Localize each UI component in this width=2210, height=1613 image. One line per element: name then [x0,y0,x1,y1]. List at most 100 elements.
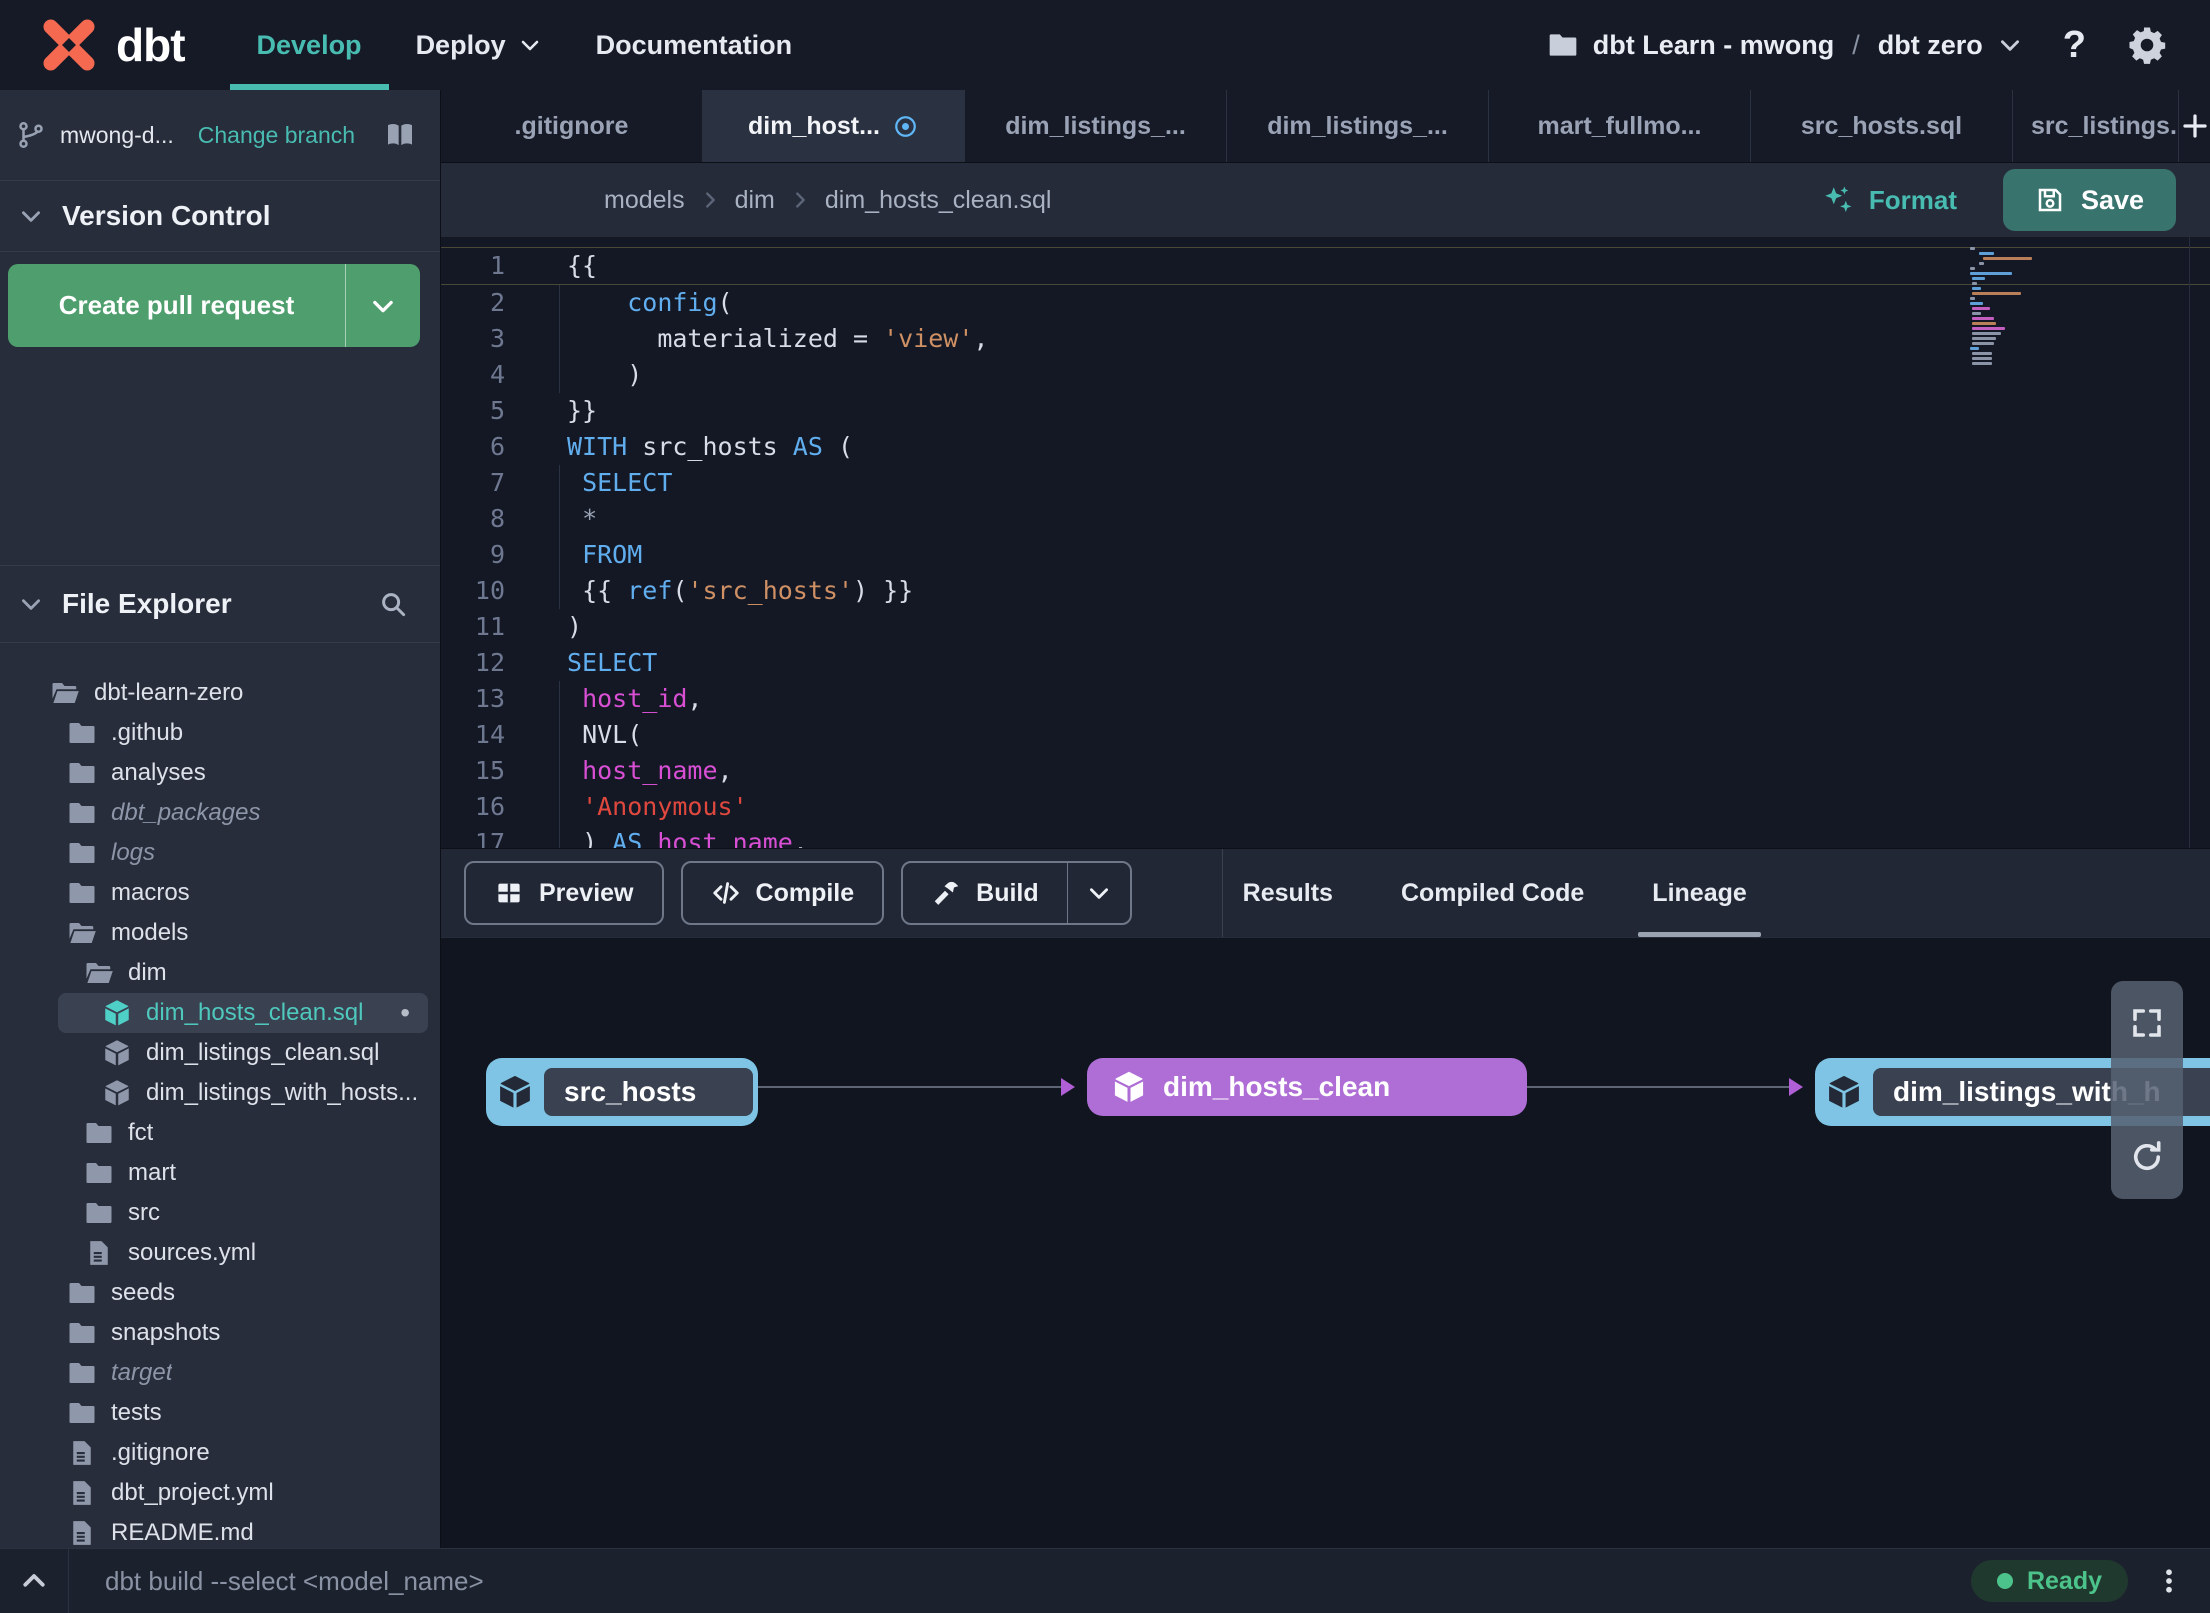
tree-item-macros[interactable]: macros [0,873,440,913]
tree-item-.gitignore[interactable]: .gitignore [0,1433,440,1473]
tab-src_hosts.sql[interactable]: src_hosts.sql [1751,90,2013,162]
tree-item-models[interactable]: models [0,913,440,953]
tree-item-dbt_project.yml[interactable]: dbt_project.yml [0,1473,440,1513]
code-line[interactable]: 10 {{ ref('src_hosts') }} [441,573,2210,609]
code-line[interactable]: 5}} [441,393,2210,429]
modified-dot: • [400,997,410,1028]
code-line[interactable]: 17 ) AS host_name, [441,825,2210,848]
code-line[interactable]: 2 config( [441,285,2210,321]
button-label: Build [976,878,1039,907]
compile-button[interactable]: Compile [680,861,885,925]
refresh-icon[interactable] [2129,1139,2165,1175]
code-line[interactable]: 16 'Anonymous' [441,789,2210,825]
create-pr-button[interactable]: Create pull request [8,264,420,347]
nav-item-develop[interactable]: Develop [229,0,389,90]
code-text: materialized = 'view', [657,324,989,353]
code-line[interactable]: 11) [441,609,2210,645]
file-explorer-section[interactable]: File Explorer [0,565,440,643]
code-line[interactable]: 3 materialized = 'view', [441,321,2210,357]
preview-button[interactable]: Preview [464,861,664,925]
tab-src_listings.[interactable]: src_listings. [2013,90,2179,162]
breadcrumb-item[interactable]: dim [735,186,775,215]
breadcrumb-item[interactable]: dim_hosts_clean.sql [825,186,1052,215]
panel-tab-lineage[interactable]: Lineage [1618,849,1780,937]
preview-button-main[interactable]: Preview [466,878,662,908]
tree-item-analyses[interactable]: analyses [0,753,440,793]
tab-.gitignore[interactable]: .gitignore [441,90,703,162]
format-button[interactable]: Format [1821,183,1957,217]
code-line[interactable]: 4 ) [441,357,2210,393]
nav-item-label: Deploy [415,29,506,60]
lineage-node-src_hosts[interactable]: src_hosts [486,1058,758,1126]
compile-button-main[interactable]: Compile [683,878,883,908]
tree-item-dbt_packages[interactable]: dbt_packages [0,793,440,833]
gear-icon[interactable] [2126,24,2168,66]
tab-dim_host...[interactable]: dim_host... [703,90,965,162]
tab-dim_listings_...[interactable]: dim_listings_... [965,90,1227,162]
tree-item-mart[interactable]: mart [0,1153,440,1193]
code-line[interactable]: 1 {{ [441,247,2210,285]
save-button[interactable]: Save [2003,169,2176,231]
tab-mart_fullmo...[interactable]: mart_fullmo... [1489,90,1751,162]
tree-item-snapshots[interactable]: snapshots [0,1313,440,1353]
breadcrumb-item[interactable]: models [604,186,685,215]
tree-item-dbt-learn-zero[interactable]: dbt-learn-zero [0,673,440,713]
minimap-line [1972,287,1981,290]
code-line[interactable]: 12 SELECT [441,645,2210,681]
panel-tab-compiled-code[interactable]: Compiled Code [1367,849,1618,937]
create-pr-label[interactable]: Create pull request [8,264,345,347]
tree-item-sources.yml[interactable]: sources.yml [0,1233,440,1273]
version-control-section[interactable]: Version Control [0,181,440,252]
tree-item-dim[interactable]: dim [0,953,440,993]
code-text: SELECT [582,468,673,497]
fullscreen-icon[interactable] [2129,1005,2165,1041]
tree-item-logs[interactable]: logs [0,833,440,873]
code-line[interactable]: 14 NVL( [441,717,2210,753]
tree-item-label: src [128,1199,160,1226]
pr-dropdown-button[interactable] [346,264,420,347]
new-tab-button[interactable] [2179,90,2210,162]
tree-item-dim_listings_with_hosts...[interactable]: dim_listings_with_hosts... [0,1073,440,1113]
tree-item-fct[interactable]: fct [0,1113,440,1153]
code-line[interactable]: 6 WITH src_hosts AS ( [441,429,2210,465]
tree-item-README.md[interactable]: README.md [0,1513,440,1549]
lineage-node-dim_hosts_clean[interactable]: dim_hosts_clean [1087,1058,1527,1116]
lineage-controls [2111,981,2183,1199]
build-button[interactable]: Build [901,861,1132,925]
folder-icon [67,1318,97,1348]
tree-item-dim_hosts_clean.sql[interactable]: dim_hosts_clean.sql • [58,993,428,1033]
tree-item-.github[interactable]: .github [0,713,440,753]
line-number: 12 [474,648,505,677]
tab-dim_listings_...[interactable]: dim_listings_... [1227,90,1489,162]
dbt-logo[interactable]: dbt [38,14,186,76]
build-dropdown-button[interactable] [1068,880,1130,906]
build-button-main[interactable]: Build [903,878,1067,908]
project-selector[interactable]: dbt Learn - mwong / dbt zero [1547,29,2023,61]
save-label: Save [2080,184,2145,215]
nav-item-documentation[interactable]: Documentation [569,0,820,90]
docs-book-icon[interactable] [384,119,416,151]
minimap[interactable] [1970,247,2040,367]
status-badge: Ready [1970,1560,2128,1602]
code-line[interactable]: 9 FROM [441,537,2210,573]
code-line[interactable]: 13 host_id, [441,681,2210,717]
expand-command-bar-button[interactable] [0,1566,68,1596]
tree-item-dim_listings_clean.sql[interactable]: dim_listings_clean.sql [0,1033,440,1073]
file-tree: dbt-learn-zero .github analyses dbt_package… [0,643,440,1549]
version-control-label: Version Control [62,200,271,231]
code-line[interactable]: 7 SELECT [441,465,2210,501]
tree-item-tests[interactable]: tests [0,1393,440,1433]
code-line[interactable]: 8 * [441,501,2210,537]
code-line[interactable]: 15 host_name, [441,753,2210,789]
panel-tab-results[interactable]: Results [1209,849,1367,937]
tree-item-target[interactable]: target [0,1353,440,1393]
tree-item-src[interactable]: src [0,1193,440,1233]
code-editor[interactable]: 1{{2 config(3 materialized = 'view', 4 ) 5… [441,237,2210,848]
change-branch-link[interactable]: Change branch [198,122,355,149]
search-icon[interactable] [378,589,408,619]
nav-item-deploy[interactable]: Deploy [389,0,569,90]
overflow-menu-button[interactable] [2154,1564,2184,1598]
help-icon[interactable]: ? [2063,24,2086,67]
tree-item-seeds[interactable]: seeds [0,1273,440,1313]
command-input[interactable]: dbt build --select <model_name> [105,1566,484,1597]
